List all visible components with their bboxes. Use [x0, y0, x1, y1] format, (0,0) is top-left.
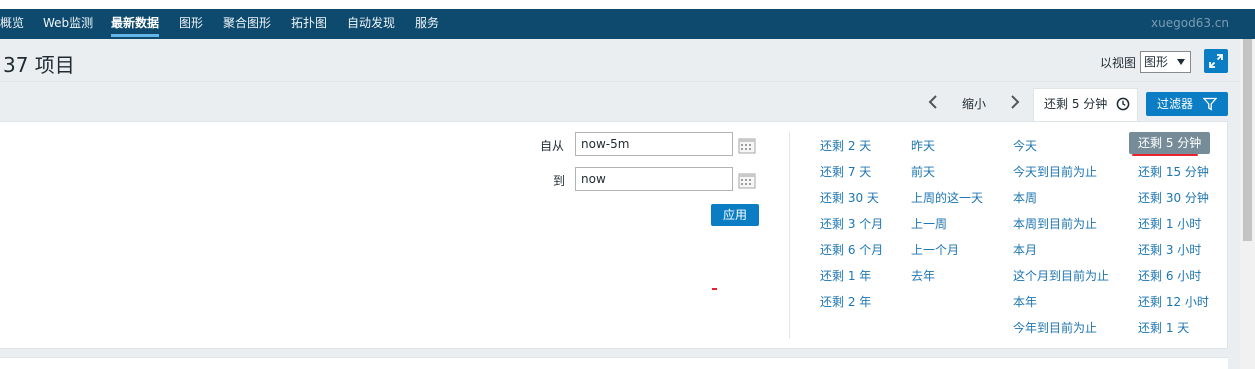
- range-link[interactable]: 今年到目前为止: [1013, 319, 1097, 336]
- time-filter-tab[interactable]: 还剩 5 分钟: [1033, 88, 1138, 122]
- range-link[interactable]: 还剩 1 小时: [1138, 215, 1201, 232]
- filter-button-label: 过滤器: [1157, 97, 1194, 111]
- fullscreen-icon: [1209, 54, 1223, 68]
- from-label: 自从: [540, 139, 565, 153]
- range-link[interactable]: 今天: [1013, 137, 1037, 154]
- range-link[interactable]: 本周到目前为止: [1013, 215, 1097, 232]
- range-link[interactable]: 还剩 1 天: [1138, 319, 1189, 336]
- view-as-label: 以视图: [1100, 56, 1137, 70]
- range-link[interactable]: 上周的这一天: [911, 189, 983, 206]
- page-title: 37 项目: [3, 53, 75, 77]
- range-link[interactable]: 还剩 3 个月: [820, 215, 883, 232]
- dropdown-arrow-icon: [1177, 59, 1185, 65]
- nav-item-graphs[interactable]: 图形: [179, 9, 203, 39]
- to-label: 到: [553, 174, 566, 188]
- filter-tabs: 缩小 还剩 5 分钟 过滤器: [0, 82, 1240, 122]
- time-back-button[interactable]: [924, 92, 942, 112]
- range-link[interactable]: 还剩 30 分钟: [1138, 189, 1209, 206]
- fullscreen-button[interactable]: [1204, 49, 1228, 73]
- range-link[interactable]: 还剩 15 分钟: [1138, 163, 1209, 180]
- range-link-selected[interactable]: 还剩 5 分钟: [1129, 132, 1211, 154]
- time-filter-panel: 自从 到 应用 还剩 2 天 还剩 7 天 还剩 30 天 还剩 3 个月 还剩…: [0, 121, 1228, 349]
- range-link[interactable]: 本年: [1013, 293, 1037, 310]
- range-link[interactable]: 前天: [911, 163, 935, 180]
- view-as-select[interactable]: 图形: [1140, 51, 1191, 73]
- red-mark: [712, 288, 717, 290]
- page-scrollbar[interactable]: [1240, 39, 1255, 369]
- to-input[interactable]: [575, 167, 733, 191]
- range-link[interactable]: 昨天: [911, 137, 935, 154]
- nav-item-web[interactable]: Web监测: [43, 9, 93, 39]
- range-link[interactable]: 还剩 7 天: [820, 163, 871, 180]
- range-link[interactable]: 今天到目前为止: [1013, 163, 1097, 180]
- red-underline-mark: [1132, 154, 1198, 156]
- range-link[interactable]: 本月: [1013, 241, 1037, 258]
- view-as-value: 图形: [1144, 55, 1169, 69]
- page-header: 37 项目 以视图 图形: [0, 39, 1240, 82]
- range-link[interactable]: 这个月到目前为止: [1013, 267, 1109, 284]
- clock-icon: [1116, 97, 1130, 111]
- time-forward-button[interactable]: [1006, 92, 1024, 112]
- range-link[interactable]: 还剩 1 年: [820, 267, 871, 284]
- top-nav: 概览 Web监测 最新数据 图形 聚合图形 拓扑图 自动发现 服务 xuegod…: [0, 9, 1255, 39]
- scrollbar-thumb[interactable]: [1243, 39, 1252, 241]
- nav-item-discovery[interactable]: 自动发现: [347, 9, 395, 39]
- apply-button[interactable]: 应用: [711, 204, 759, 226]
- nav-item-latest-data[interactable]: 最新数据: [111, 9, 160, 39]
- nav-item-overview[interactable]: 概览: [0, 9, 24, 39]
- range-link[interactable]: 还剩 6 小时: [1138, 267, 1201, 284]
- time-filter-tab-label: 还剩 5 分钟: [1044, 97, 1108, 111]
- from-calendar-button[interactable]: [738, 136, 756, 154]
- range-link[interactable]: 还剩 2 年: [820, 293, 871, 310]
- range-link[interactable]: 去年: [911, 267, 935, 284]
- zoom-out-button[interactable]: 缩小: [962, 95, 986, 112]
- filter-button[interactable]: 过滤器: [1146, 92, 1228, 116]
- content-area: [0, 357, 1228, 369]
- nav-item-maps[interactable]: 拓扑图: [291, 9, 327, 39]
- to-calendar-button[interactable]: [738, 171, 756, 189]
- range-link[interactable]: 还剩 2 天: [820, 137, 871, 154]
- server-name: xuegod63.cn: [1151, 16, 1229, 30]
- chevron-right-icon: [1011, 95, 1020, 109]
- range-link[interactable]: 上一周: [911, 215, 947, 232]
- range-link[interactable]: 还剩 3 小时: [1138, 241, 1201, 258]
- chevron-left-icon: [928, 95, 937, 109]
- range-link[interactable]: 上一个月: [911, 241, 959, 258]
- top-strip: [0, 0, 1255, 9]
- range-link[interactable]: 本周: [1013, 189, 1037, 206]
- calendar-icon: [738, 173, 756, 189]
- calendar-icon: [738, 138, 756, 154]
- from-input[interactable]: [575, 132, 733, 156]
- range-link[interactable]: 还剩 6 个月: [820, 241, 883, 258]
- range-link[interactable]: 还剩 12 小时: [1138, 293, 1209, 310]
- nav-item-services[interactable]: 服务: [415, 9, 439, 39]
- nav-item-screens[interactable]: 聚合图形: [223, 9, 271, 39]
- range-link[interactable]: 还剩 30 天: [820, 189, 879, 206]
- panel-divider: [789, 132, 790, 339]
- funnel-icon: [1203, 97, 1217, 111]
